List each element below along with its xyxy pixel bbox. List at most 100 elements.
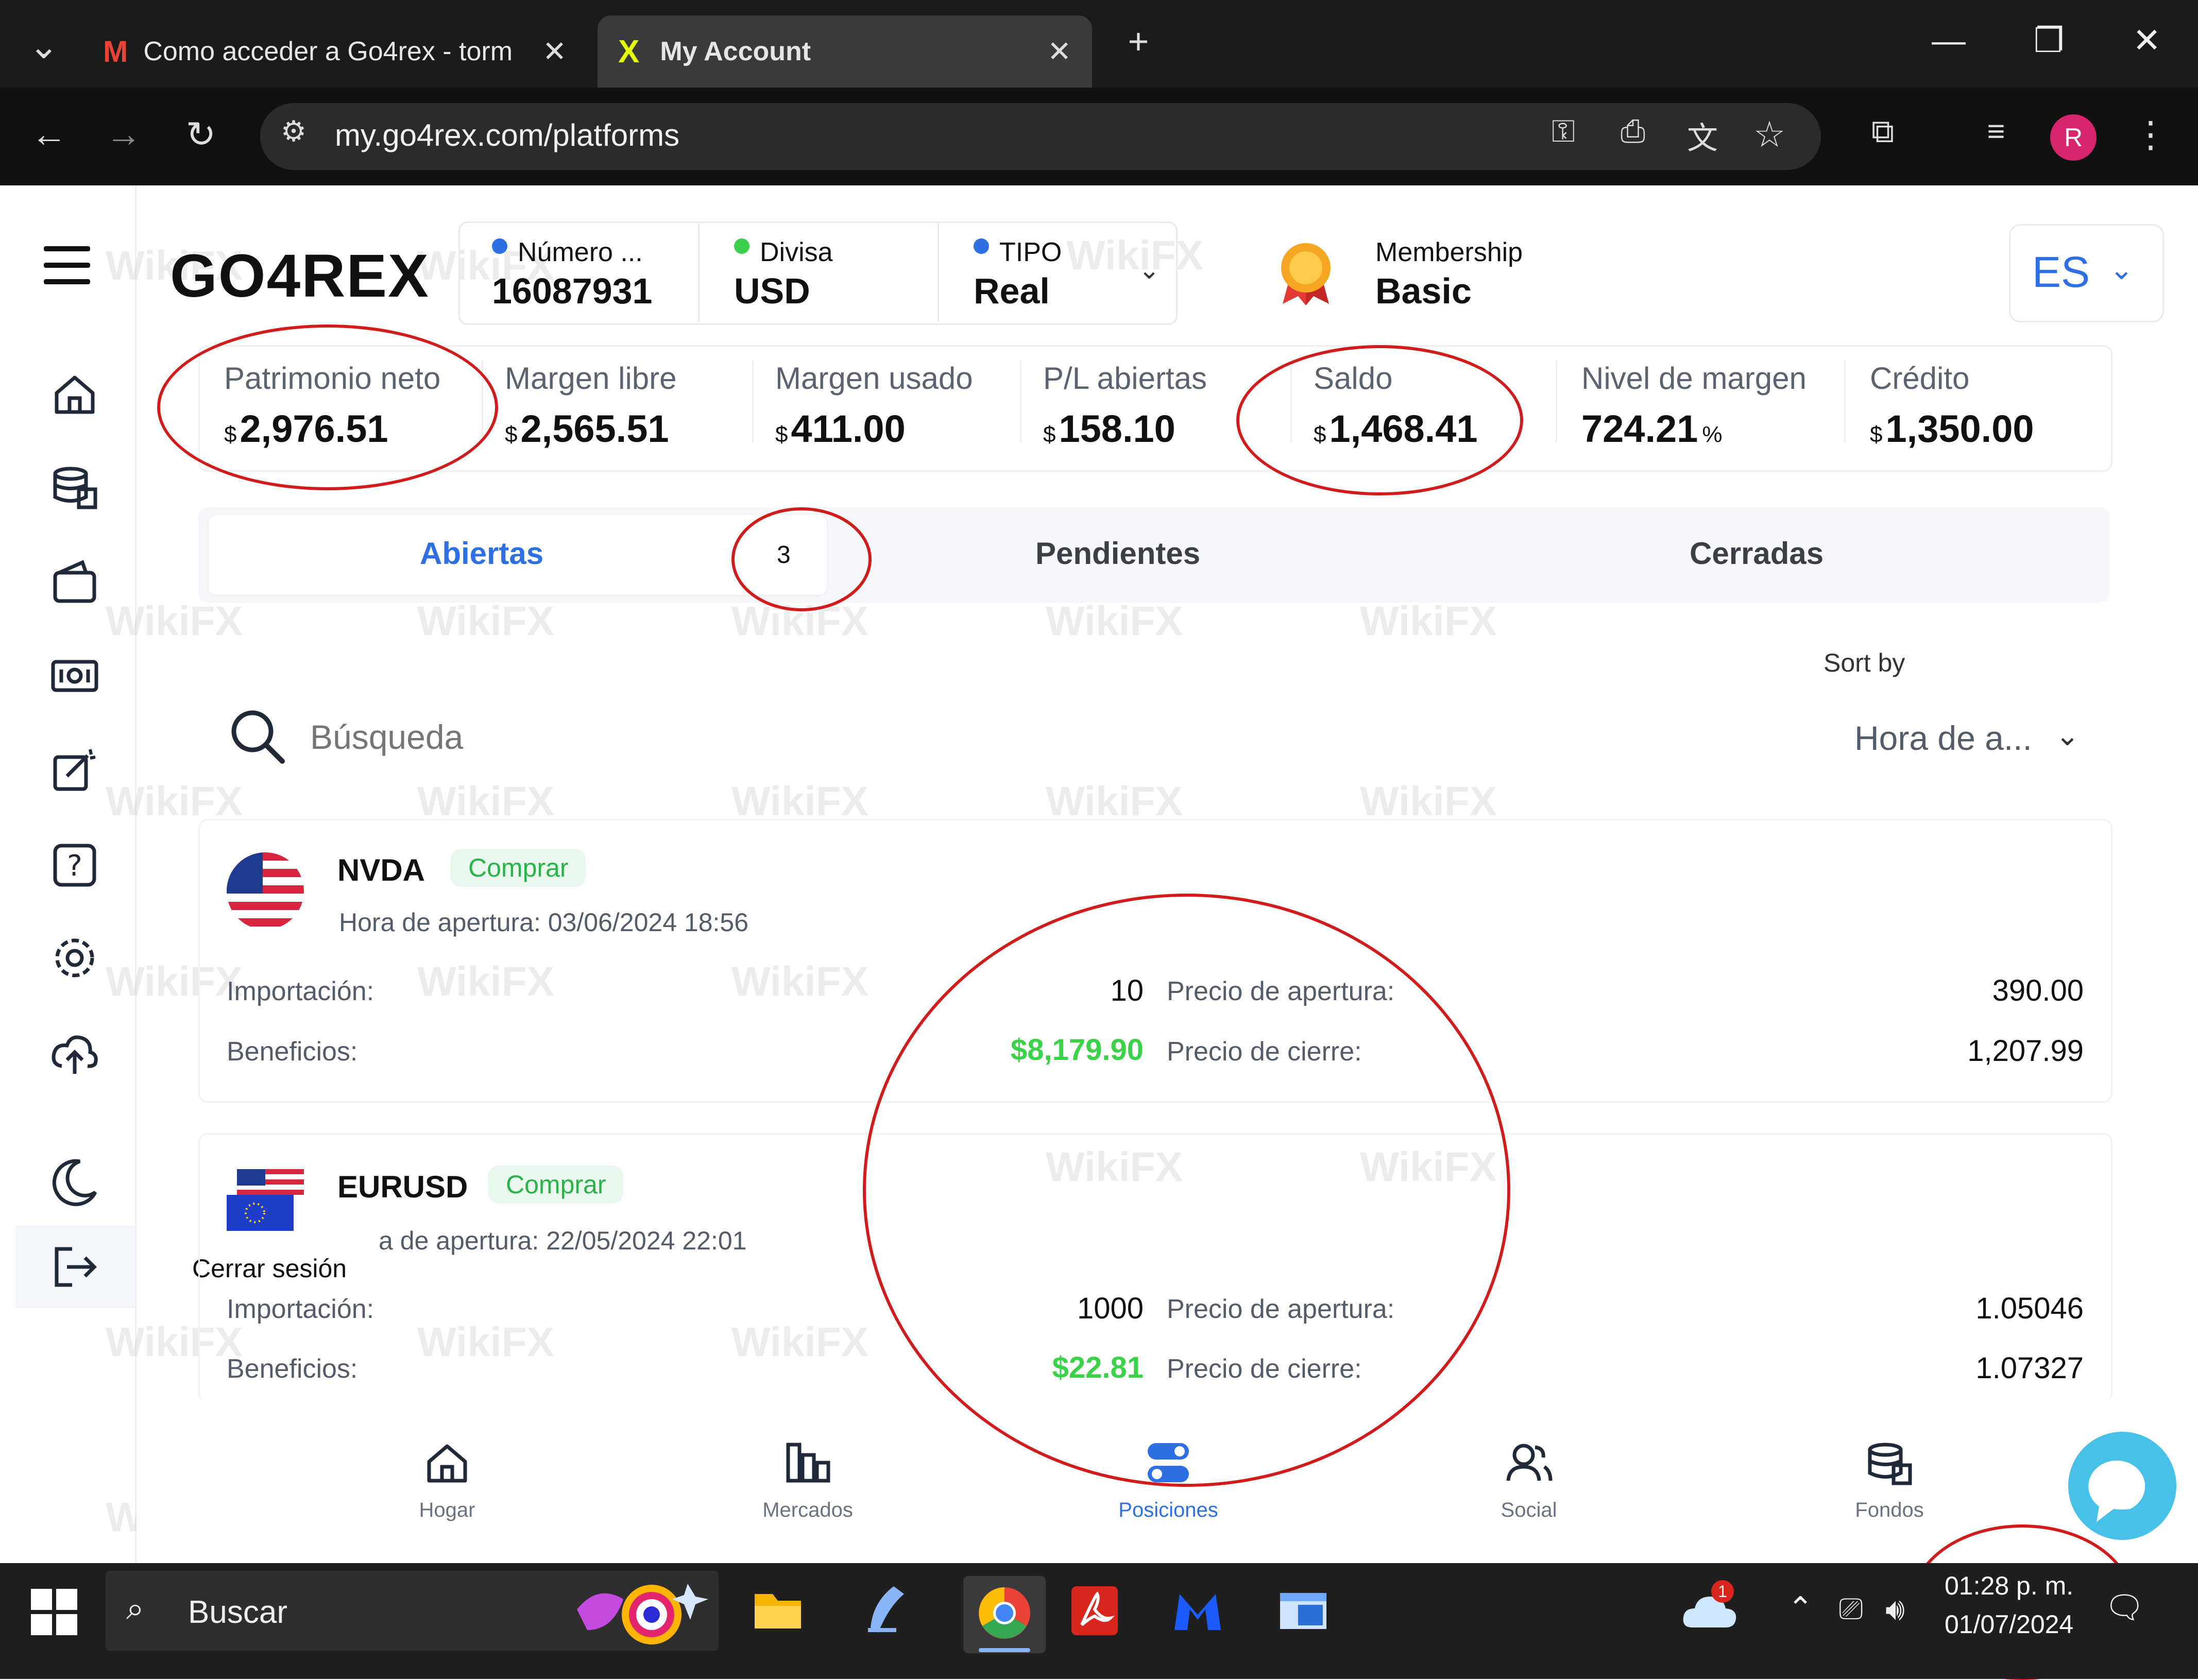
browser-menu-icon[interactable]: ⋮ bbox=[2133, 113, 2169, 156]
notification-center-icon[interactable]: 🗨︎ bbox=[2104, 1589, 2145, 1626]
nav-label: Posiciones bbox=[1118, 1499, 1218, 1521]
network-icon[interactable]: ⎚ bbox=[1839, 1591, 1863, 1626]
media-control-icon[interactable]: ≡ bbox=[1973, 113, 2019, 149]
position-open-price: 1.05046 bbox=[1975, 1292, 2084, 1325]
sidebar-settings-icon[interactable] bbox=[49, 932, 100, 984]
site-settings-icon[interactable]: ⚙ bbox=[273, 114, 314, 148]
stat-label: P/L abiertas bbox=[1043, 361, 1207, 396]
account-number-dot bbox=[492, 238, 507, 254]
annotation-circle bbox=[731, 507, 872, 611]
account-type-value: Real bbox=[974, 271, 1050, 311]
taskbar-time[interactable]: 01:28 p. m. bbox=[1945, 1571, 2073, 1601]
position-qty-label: Importación: bbox=[227, 1294, 374, 1324]
position-open-time: Hora de apertura: 03/06/2024 18:56 bbox=[339, 908, 749, 937]
sidebar-money-icon[interactable] bbox=[49, 649, 100, 700]
membership-medal-icon bbox=[1275, 239, 1337, 306]
close-window-icon[interactable]: ✕ bbox=[2133, 21, 2161, 60]
nav-funds[interactable]: Fondos bbox=[1812, 1437, 1967, 1522]
sidebar-coins-icon[interactable] bbox=[49, 461, 100, 512]
window-app-icon[interactable] bbox=[1277, 1590, 1329, 1632]
hamburger-menu-icon[interactable] bbox=[41, 242, 93, 288]
malwarebytes-icon[interactable] bbox=[1169, 1586, 1226, 1638]
new-tab-icon[interactable]: + bbox=[1118, 21, 1159, 62]
language-value: ES bbox=[2032, 248, 2090, 296]
browser-tab-bar: ⌄ M Como acceder a Go4rex - torm ✕ X My … bbox=[0, 0, 2198, 88]
profile-avatar[interactable]: R bbox=[2050, 114, 2097, 161]
sidebar-home-icon[interactable] bbox=[49, 368, 100, 420]
sidebar-edit-icon[interactable] bbox=[49, 744, 100, 796]
stat-margin-level-value: 724.21% bbox=[1581, 407, 1723, 450]
tab-my-account[interactable]: X My Account ✕ bbox=[598, 15, 1092, 88]
annotation-circle bbox=[157, 324, 498, 490]
position-side-badge: Comprar bbox=[488, 1165, 624, 1204]
sidebar-divider bbox=[135, 185, 137, 1563]
annotation-circle bbox=[863, 894, 1510, 1487]
extensions-icon[interactable]: ⧉ bbox=[1860, 113, 1906, 150]
go4rex-logo: GO4REX bbox=[170, 242, 430, 310]
close-tab-icon[interactable]: ✕ bbox=[1047, 35, 1071, 68]
reload-icon[interactable]: ↻ bbox=[178, 113, 224, 156]
divider bbox=[1020, 361, 1021, 443]
password-key-icon[interactable]: ⚿ bbox=[1540, 113, 1587, 149]
sort-value: Hora de a... bbox=[1854, 719, 2032, 757]
position-symbol: NVDA bbox=[337, 853, 425, 887]
stat-label: Margen libre bbox=[505, 361, 677, 396]
stat-credit-value: $1,350.00 bbox=[1870, 407, 2034, 450]
position-side-badge: Comprar bbox=[451, 849, 586, 887]
install-app-icon[interactable]: ⎙ bbox=[1610, 113, 1656, 149]
restore-icon[interactable]: ❐ bbox=[2034, 21, 2064, 60]
chevron-down-icon[interactable]: ⌄ bbox=[1138, 255, 1160, 285]
position-open-price: 390.00 bbox=[1992, 974, 2084, 1007]
us-flag-icon bbox=[227, 852, 304, 930]
tab-closed[interactable]: Cerradas bbox=[1690, 536, 1824, 571]
sidebar-dark-mode-icon[interactable] bbox=[49, 1156, 100, 1208]
taskbar-date[interactable]: 01/07/2024 bbox=[1945, 1609, 2073, 1639]
sidebar-wallet-icon[interactable] bbox=[49, 556, 100, 608]
search-input[interactable] bbox=[309, 711, 1702, 763]
chrome-taskbar-button[interactable] bbox=[963, 1576, 1046, 1653]
sidebar-upload-icon[interactable] bbox=[49, 1027, 100, 1079]
forward-icon[interactable]: → bbox=[100, 113, 147, 155]
divider bbox=[1844, 361, 1846, 443]
tab-title: My Account bbox=[660, 37, 811, 66]
go4rex-x-icon: X bbox=[618, 33, 640, 70]
tab-gmail[interactable]: M Como acceder a Go4rex - torm ✕ bbox=[82, 15, 587, 88]
nav-home[interactable]: Hogar bbox=[370, 1437, 524, 1522]
nav-social[interactable]: Social bbox=[1452, 1437, 1606, 1522]
tab-search-chevron-icon[interactable]: ⌄ bbox=[21, 25, 67, 67]
back-icon[interactable]: ← bbox=[26, 113, 72, 155]
acrobat-icon[interactable] bbox=[1071, 1586, 1118, 1635]
weather-notification-badge: 1 bbox=[1711, 1580, 1734, 1603]
file-explorer-icon[interactable] bbox=[752, 1586, 804, 1633]
divider bbox=[698, 221, 700, 322]
tray-chevron-up-icon[interactable]: ⌃ bbox=[1787, 1590, 1813, 1626]
tab-pending[interactable]: Pendientes bbox=[1035, 536, 1200, 571]
stat-label: Crédito bbox=[1870, 361, 1970, 396]
translate-icon[interactable]: 文 bbox=[1679, 113, 1726, 158]
position-close-price: 1,207.99 bbox=[1967, 1034, 2084, 1068]
nav-markets[interactable]: Mercados bbox=[730, 1437, 885, 1522]
close-tab-icon[interactable]: ✕ bbox=[542, 35, 567, 68]
search-icon bbox=[227, 706, 288, 767]
bookmark-star-icon[interactable]: ☆ bbox=[1746, 113, 1793, 156]
windows-start-icon[interactable] bbox=[31, 1589, 77, 1635]
minimize-icon[interactable]: — bbox=[1932, 21, 1966, 60]
chevron-down-icon: ⌄ bbox=[2109, 253, 2134, 285]
position-qty-label: Importación: bbox=[227, 976, 374, 1006]
taskbar-search-text: Buscar bbox=[188, 1595, 287, 1630]
sidebar-logout-icon[interactable] bbox=[49, 1241, 100, 1293]
url-text[interactable]: my.go4rex.com/platforms bbox=[335, 117, 679, 153]
account-type-label: TIPO bbox=[999, 237, 1062, 267]
position-open-time: a de apertura: 22/05/2024 22:01 bbox=[379, 1226, 747, 1255]
search-highlight-art-icon bbox=[567, 1573, 711, 1651]
chat-support-button[interactable] bbox=[2068, 1432, 2176, 1540]
coins-icon bbox=[1868, 1443, 1912, 1485]
social-users-icon bbox=[1506, 1444, 1553, 1481]
stat-label: Margen usado bbox=[775, 361, 973, 396]
volume-icon[interactable]: 🔊︎ bbox=[1885, 1591, 1905, 1627]
currency-dot bbox=[734, 238, 749, 254]
feather-app-icon[interactable] bbox=[858, 1581, 909, 1638]
divider bbox=[938, 221, 939, 322]
sidebar-help-icon[interactable]: ? bbox=[49, 839, 100, 891]
account-number-value: 16087931 bbox=[492, 271, 653, 311]
